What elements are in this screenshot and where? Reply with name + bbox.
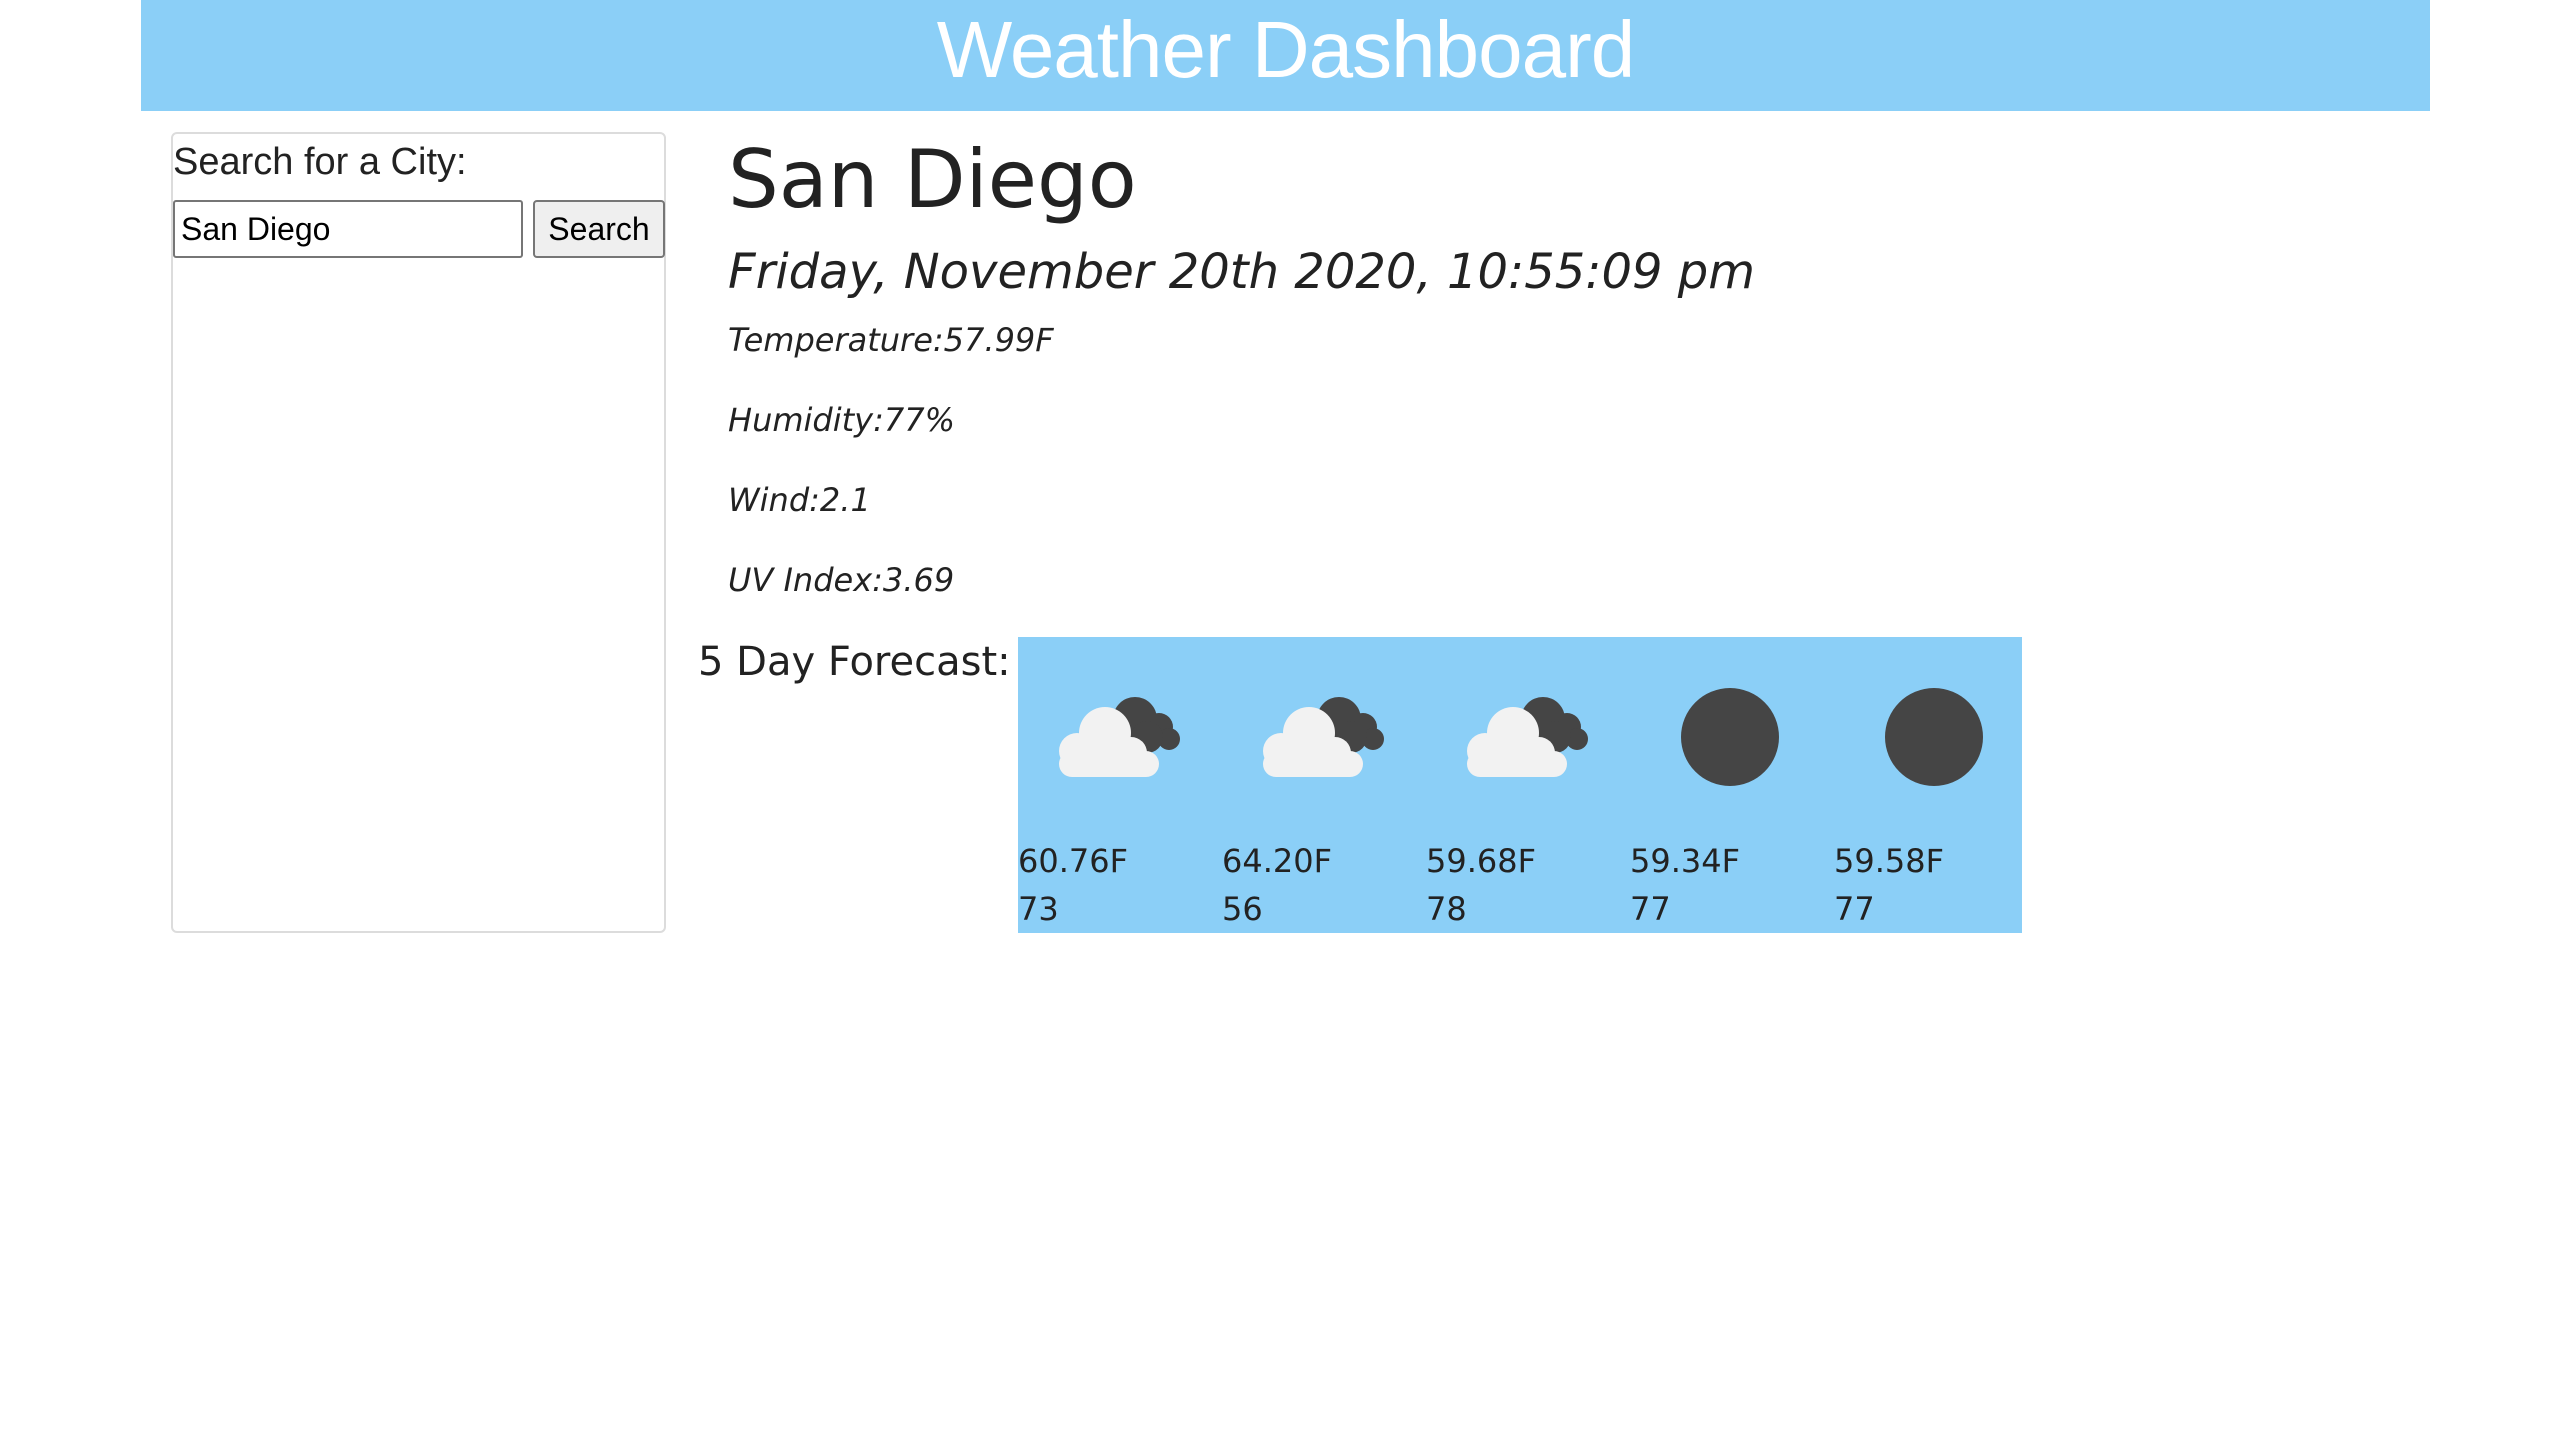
current-wind: Wind:2.1 (728, 481, 871, 519)
city-name: San Diego (728, 133, 1137, 226)
header-bar: Weather Dashboard (141, 0, 2430, 111)
forecast-day-4: 59.34F 77 (1630, 637, 1830, 933)
clear-night-icon (1885, 688, 1983, 786)
page-title: Weather Dashboard (936, 5, 1636, 94)
forecast-humidity: 77 (1834, 890, 1875, 928)
forecast-temp: 60.76F (1018, 842, 1129, 880)
forecast-temp: 59.34F (1630, 842, 1741, 880)
partly-cloudy-night-icon (1059, 697, 1180, 777)
forecast-temp: 59.58F (1834, 842, 1945, 880)
current-uv-index: UV Index:3.69 (728, 561, 955, 599)
forecast-day-2: 64.20F 56 (1222, 637, 1422, 933)
forecast-day-1: 60.76F 73 (1018, 637, 1218, 933)
search-label: Search for a City: (173, 141, 467, 183)
forecast-day-3: 59.68F 78 (1426, 637, 1626, 933)
clear-night-icon (1681, 688, 1779, 786)
forecast-label: 5 Day Forecast: (698, 639, 1011, 685)
forecast-humidity: 77 (1630, 890, 1671, 928)
search-button[interactable]: Search (533, 200, 665, 258)
partly-cloudy-night-icon (1467, 697, 1588, 777)
forecast-temp: 64.20F (1222, 842, 1333, 880)
page: Weather Dashboard Search for a City: Sea… (0, 0, 2560, 1441)
forecast-panel: 60.76F 73 64.20F 56 59.68F 78 59.34F 77 … (1018, 637, 2022, 933)
forecast-humidity: 78 (1426, 890, 1467, 928)
forecast-humidity: 56 (1222, 890, 1263, 928)
forecast-day-5: 59.58F 77 (1834, 637, 2034, 933)
forecast-humidity: 73 (1018, 890, 1059, 928)
partly-cloudy-night-icon (1263, 697, 1384, 777)
current-temperature: Temperature:57.99F (728, 321, 1054, 359)
current-humidity: Humidity:77% (728, 401, 955, 439)
forecast-temp: 59.68F (1426, 842, 1537, 880)
current-datetime: Friday, November 20th 2020, 10:55:09 pm (728, 244, 1756, 300)
city-search-input[interactable] (173, 200, 523, 258)
search-panel: Search for a City: Search (171, 132, 666, 933)
